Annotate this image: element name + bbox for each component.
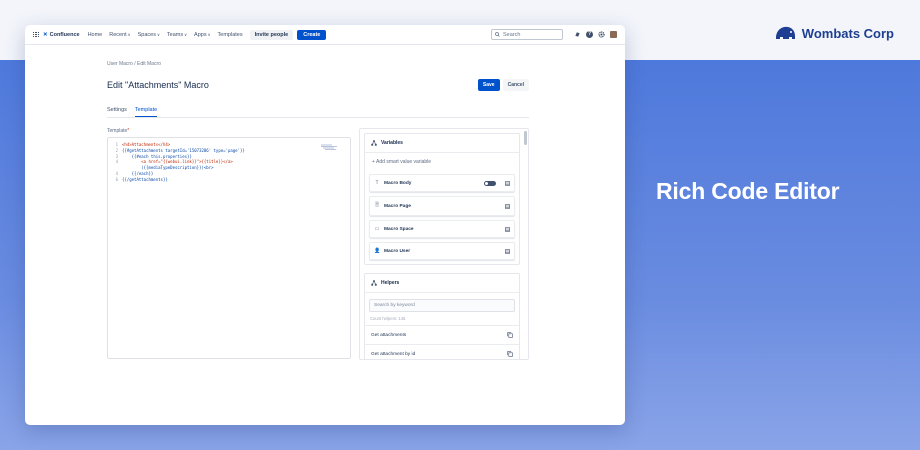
save-button[interactable]: Save [477, 79, 500, 91]
variable-settings-icon[interactable] [505, 248, 510, 254]
code-text: {{/getAttachments}} [122, 176, 168, 182]
search-icon [495, 32, 500, 37]
variable-settings-icon[interactable] [505, 226, 510, 232]
variable-label: Macro Page [384, 203, 411, 209]
breadcrumb[interactable]: User Macro / Edit Macro [107, 61, 529, 67]
search-placeholder: Search [503, 31, 521, 38]
app-switcher-icon[interactable] [33, 31, 39, 38]
tab-settings[interactable]: Settings [107, 107, 127, 117]
helper-label: Get attachments [371, 332, 407, 338]
tagline: Rich Code Editor [656, 178, 840, 204]
variable-item[interactable]: 👤 Macro User [369, 242, 515, 260]
variable-label: Macro User [384, 248, 411, 254]
panel-scrollbar[interactable] [524, 131, 527, 145]
helper-item[interactable]: Get attachment by id [365, 344, 519, 359]
tab-bar: Settings Template [107, 107, 529, 118]
nav-item-recent[interactable]: Recent∨ [109, 32, 130, 38]
hierarchy-icon [371, 280, 377, 286]
variable-settings-icon[interactable] [505, 203, 510, 209]
wombat-logo-icon [775, 26, 795, 39]
nav-item-templates[interactable]: Templates [218, 32, 243, 38]
cancel-button[interactable]: Cancel [502, 79, 529, 91]
search-input[interactable]: Search [491, 29, 563, 40]
tab-template[interactable]: Template [134, 107, 158, 117]
variable-type-icon: T [375, 180, 379, 186]
help-icon[interactable]: ? [586, 31, 593, 38]
toggle-switch[interactable] [484, 180, 496, 186]
variable-label: Macro Body [384, 180, 412, 186]
nav-item-home[interactable]: Home [88, 32, 103, 38]
helpers-title: Helpers [381, 280, 400, 286]
variables-title: Variables [381, 140, 403, 146]
chevron-down-icon: ∨ [156, 31, 160, 37]
invite-people-button[interactable]: Invite people [249, 29, 294, 40]
page-title: Edit "Attachments" Macro [107, 80, 209, 90]
nav-item-apps[interactable]: Apps∨ [194, 32, 210, 38]
user-avatar[interactable] [610, 31, 617, 38]
editor-minimap[interactable] [320, 144, 338, 152]
confluence-logo-icon[interactable]: ✕ [43, 32, 48, 38]
variable-item[interactable]: ▭ Macro Space [369, 220, 515, 238]
code-line[interactable]: 6 {{/getAttachments}} [108, 177, 350, 183]
helper-search-input[interactable]: Search by keyword [369, 299, 515, 312]
nav-item-teams[interactable]: Teams∨ [167, 32, 187, 38]
chevron-down-icon: ∨ [184, 31, 188, 37]
variables-panel: Variables + Add smart value variable T Ma… [364, 133, 520, 265]
app-window: ✕ Confluence Home Recent∨ Spaces∨ Teams∨ App… [25, 25, 625, 425]
variable-label: Macro Space [384, 226, 414, 232]
template-field-label: Template* [107, 128, 130, 134]
variable-type-icon: ▭ [374, 226, 380, 232]
hierarchy-icon [371, 140, 377, 146]
notifications-icon[interactable] [574, 31, 581, 38]
variable-type-icon: 👤 [374, 248, 381, 254]
add-variable-button[interactable]: + Add smart value variable [365, 153, 519, 171]
chevron-down-icon: ∨ [207, 31, 211, 37]
code-editor[interactable]: 1 <h4>Attachments</h4> 2 {{#getAttachments … [107, 137, 351, 359]
product-name[interactable]: Confluence [50, 32, 80, 38]
copy-icon[interactable] [507, 332, 513, 338]
helper-count: Count helpers: 145 [370, 316, 406, 321]
variable-item[interactable]: 🗎 Macro Page [369, 196, 515, 216]
brand: Wombats Corp [774, 24, 894, 42]
copy-icon[interactable] [507, 351, 513, 357]
variable-settings-icon[interactable] [505, 180, 510, 186]
chevron-down-icon: ∨ [127, 31, 131, 37]
helper-item[interactable]: Get attachments [365, 325, 519, 344]
main-content: User Macro / Edit Macro Edit "Attachment… [107, 55, 529, 360]
line-number: 6 [115, 176, 118, 182]
helpers-panel: Helpers Search by keyword Count helpers:… [364, 273, 520, 359]
settings-gear-icon[interactable] [598, 31, 605, 38]
helper-label: Get attachment by id [371, 351, 416, 357]
brand-name: Wombats Corp [801, 25, 894, 41]
top-navigation: ✕ Confluence Home Recent∨ Spaces∨ Teams∨ App… [25, 25, 625, 45]
variable-item[interactable]: T Macro Body [369, 174, 515, 192]
nav-item-spaces[interactable]: Spaces∨ [138, 32, 160, 38]
side-panel: Variables + Add smart value variable T Ma… [359, 128, 529, 360]
create-button[interactable]: Create [297, 29, 327, 40]
variable-type-icon: 🗎 [374, 202, 380, 208]
